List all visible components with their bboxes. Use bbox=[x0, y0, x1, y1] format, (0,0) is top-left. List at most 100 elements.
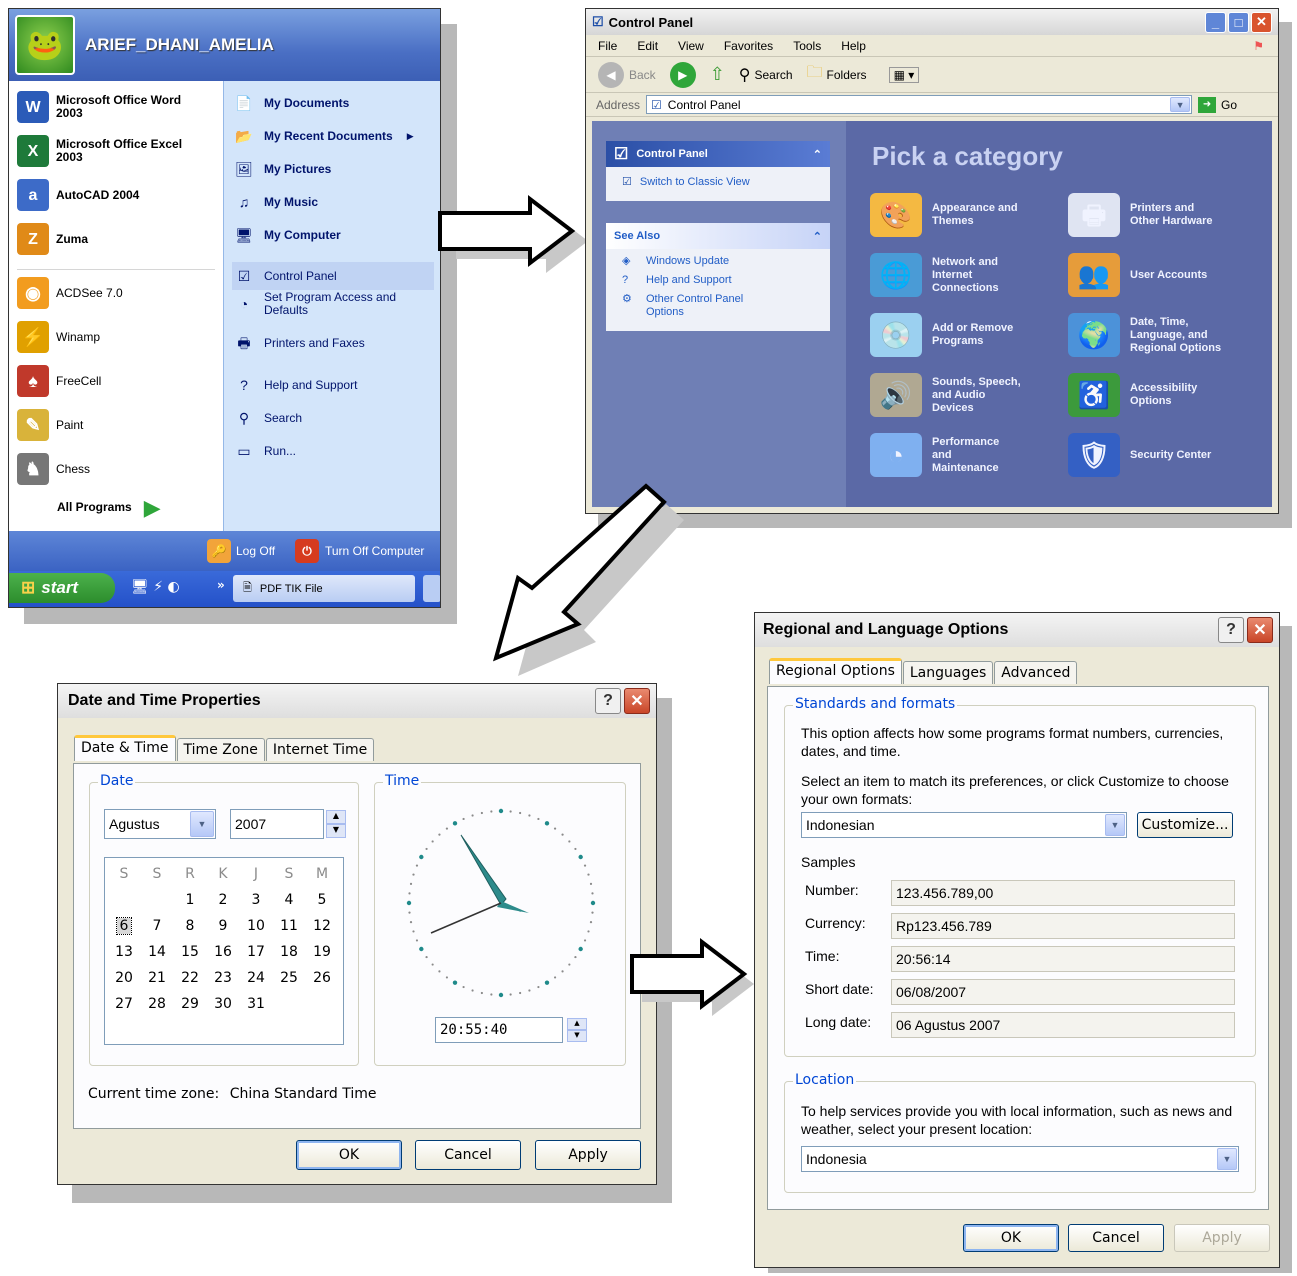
category-link[interactable]: 🛡 Security Center bbox=[1068, 433, 1211, 477]
quick-launch-chevron[interactable]: » bbox=[217, 578, 225, 592]
recent-program[interactable]: ♠ FreeCell bbox=[17, 365, 101, 397]
folders-button[interactable]: 🗀 Folders bbox=[807, 61, 867, 88]
cancel-button[interactable]: Cancel bbox=[415, 1140, 521, 1170]
start-menu-right-item[interactable]: ▭ Run... bbox=[232, 439, 296, 463]
start-menu-right-item[interactable]: ☑ Control Panel bbox=[232, 262, 434, 290]
calendar-day[interactable]: 8 bbox=[175, 918, 205, 934]
calendar-day[interactable]: 5 bbox=[307, 892, 337, 908]
pinned-program[interactable]: a AutoCAD 2004 bbox=[17, 179, 139, 211]
see-also-link[interactable]: ⚙ Other Control Panel Options bbox=[606, 287, 830, 319]
see-also-link[interactable]: ◈ Windows Update bbox=[606, 249, 830, 268]
calendar-day[interactable]: 12 bbox=[307, 918, 337, 934]
format-select[interactable]: Indonesian ▼ bbox=[801, 812, 1127, 838]
see-also-link[interactable]: ? Help and Support bbox=[606, 268, 830, 287]
calendar-day[interactable]: 10 bbox=[241, 918, 271, 934]
spin-up-icon[interactable]: ▲ bbox=[567, 1018, 587, 1030]
pinned-program[interactable]: Z Zuma bbox=[17, 223, 88, 255]
desktop-icon[interactable]: 🖥 bbox=[131, 579, 149, 595]
category-link[interactable]: 💿 Add or Remove Programs bbox=[870, 313, 1013, 357]
calendar-day[interactable]: 16 bbox=[208, 944, 238, 960]
log-off-button[interactable]: 🔑 Log Off bbox=[207, 539, 275, 563]
calendar-day[interactable]: 17 bbox=[241, 944, 271, 960]
start-menu-right-item[interactable]: ◔ Set Program Access and Defaults bbox=[232, 291, 396, 317]
ok-button[interactable]: OK bbox=[296, 1140, 402, 1170]
calendar-day[interactable]: 18 bbox=[274, 944, 304, 960]
time-spinner[interactable]: ▲ ▼ bbox=[567, 1018, 587, 1042]
calendar-day[interactable]: 4 bbox=[274, 892, 304, 908]
calendar-day[interactable]: 1 bbox=[175, 892, 205, 908]
category-link[interactable]: ♿ Accessibility Options bbox=[1068, 373, 1197, 417]
tab-regional-options[interactable]: Regional Options bbox=[769, 658, 902, 684]
calendar-day[interactable]: 11 bbox=[274, 918, 304, 934]
year-field[interactable]: 2007 bbox=[230, 809, 324, 839]
tab-time-zone[interactable]: Time Zone bbox=[176, 738, 265, 761]
calendar-day[interactable]: 15 bbox=[175, 944, 205, 960]
quick-launch[interactable]: 🖥 ⚡ ◐ bbox=[131, 579, 180, 595]
close-button[interactable]: ✕ bbox=[624, 688, 650, 714]
collapse-icon[interactable]: ⌃ bbox=[813, 230, 822, 243]
customize-button[interactable]: Customize... bbox=[1137, 812, 1233, 838]
tab-date-time[interactable]: Date & Time bbox=[74, 735, 176, 761]
help-button[interactable]: ? bbox=[1218, 617, 1244, 643]
maximize-button[interactable]: □ bbox=[1228, 11, 1249, 33]
calendar-day[interactable]: 29 bbox=[175, 996, 205, 1012]
ok-button[interactable]: OK bbox=[963, 1224, 1059, 1252]
back-button[interactable]: ◀ Back bbox=[598, 61, 656, 88]
category-link[interactable]: 🌍 Date, Time, Language, and Regional Option… bbox=[1068, 313, 1221, 357]
help-button[interactable]: ? bbox=[595, 688, 621, 714]
calendar-day[interactable]: 28 bbox=[142, 996, 172, 1012]
recent-program[interactable]: ♞ Chess bbox=[17, 453, 90, 485]
taskbar-item[interactable]: 🗎 PDF TIK File bbox=[233, 575, 415, 602]
spin-down-icon[interactable]: ▼ bbox=[326, 824, 346, 838]
tab-languages[interactable]: Languages bbox=[902, 661, 994, 684]
start-menu-right-item[interactable]: 🖶 Printers and Faxes bbox=[232, 331, 364, 355]
minimize-button[interactable]: _ bbox=[1205, 11, 1226, 33]
category-link[interactable]: 🔊 Sounds, Speech, and Audio Devices bbox=[870, 373, 1021, 417]
spin-up-icon[interactable]: ▲ bbox=[326, 810, 346, 824]
calendar-day-selected[interactable]: 6 bbox=[116, 917, 132, 935]
category-link[interactable]: 🖶 Printers and Other Hardware bbox=[1068, 193, 1213, 237]
recent-program[interactable]: ⚡ Winamp bbox=[17, 321, 100, 353]
calendar-day[interactable]: 20 bbox=[109, 970, 139, 986]
apply-button[interactable]: Apply bbox=[1174, 1224, 1270, 1252]
firefox-icon[interactable]: ◐ bbox=[168, 579, 180, 595]
category-link[interactable]: 🎨 Appearance and Themes bbox=[870, 193, 1018, 237]
calendar-day[interactable]: 30 bbox=[208, 996, 238, 1012]
calendar-day[interactable]: 9 bbox=[208, 918, 238, 934]
calendar-day[interactable]: 21 bbox=[142, 970, 172, 986]
menu-item[interactable]: Tools bbox=[793, 39, 821, 53]
calendar-day[interactable]: 14 bbox=[142, 944, 172, 960]
close-button[interactable]: ✕ bbox=[1251, 11, 1272, 33]
turn-off-button[interactable]: ⏻ Turn Off Computer bbox=[295, 539, 424, 563]
start-menu-right-item[interactable]: ⚲ Search bbox=[232, 406, 302, 430]
tab-advanced[interactable]: Advanced bbox=[994, 661, 1078, 684]
close-button[interactable]: ✕ bbox=[1247, 617, 1273, 643]
start-menu-right-item[interactable]: 📂 My Recent Documents ▶ bbox=[232, 124, 413, 148]
time-field[interactable]: 20:55:40 bbox=[435, 1017, 563, 1043]
calendar-day[interactable]: 2 bbox=[208, 892, 238, 908]
recent-program[interactable]: ✎ Paint bbox=[17, 409, 83, 441]
start-menu-right-item[interactable]: 🖼 My Pictures bbox=[232, 157, 331, 181]
year-spinner[interactable]: ▲ ▼ bbox=[326, 810, 346, 838]
switch-classic-view-link[interactable]: ☑ Switch to Classic View bbox=[606, 167, 830, 189]
category-link[interactable]: 🌐 Network and Internet Connections bbox=[870, 253, 999, 297]
calendar-day[interactable]: 24 bbox=[241, 970, 271, 986]
pinned-program[interactable]: X Microsoft Office Excel 2003 bbox=[17, 135, 182, 167]
calendar-day[interactable]: 26 bbox=[307, 970, 337, 986]
forward-button[interactable]: ▶ bbox=[669, 61, 696, 88]
start-menu-right-item[interactable]: ? Help and Support bbox=[232, 373, 357, 397]
menu-item[interactable]: File bbox=[598, 39, 617, 53]
start-menu-right-item[interactable]: 📄 My Documents bbox=[232, 91, 349, 115]
spin-down-icon[interactable]: ▼ bbox=[567, 1030, 587, 1042]
start-menu-right-item[interactable]: ♫ My Music bbox=[232, 190, 318, 214]
calendar-day[interactable]: 23 bbox=[208, 970, 238, 986]
avatar[interactable]: 🐸 bbox=[15, 15, 75, 75]
calendar-day[interactable]: 19 bbox=[307, 944, 337, 960]
pinned-program[interactable]: W Microsoft Office Word 2003 bbox=[17, 91, 181, 123]
winamp-quick-icon[interactable]: ⚡ bbox=[153, 579, 163, 595]
calendar-day[interactable]: 25 bbox=[274, 970, 304, 986]
calendar-day[interactable]: 13 bbox=[109, 944, 139, 960]
category-link[interactable]: 👥 User Accounts bbox=[1068, 253, 1207, 297]
chevron-down-icon[interactable]: ▼ bbox=[1105, 814, 1125, 836]
calendar-grid[interactable]: S S R K J S M 1 2 3 4 5 6 7 8 9 10 11 12 13 14 15 16 17 18 19 20 21… bbox=[104, 857, 344, 1045]
